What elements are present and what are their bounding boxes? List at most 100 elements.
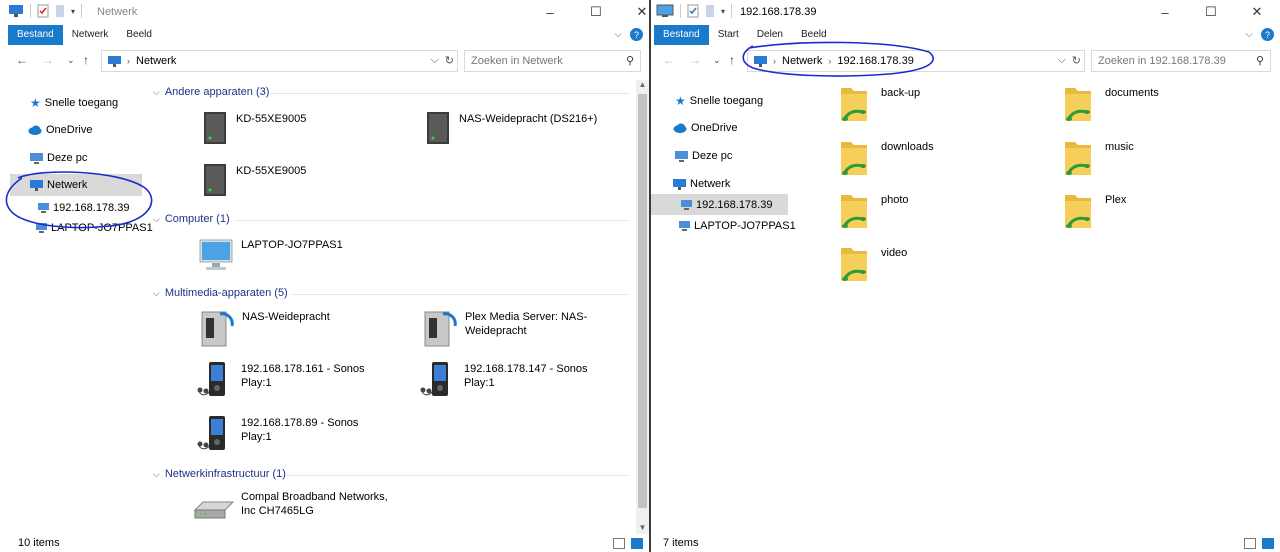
back-arrow-icon[interactable]: ← bbox=[16, 53, 28, 67]
minimize-button[interactable]: – bbox=[527, 0, 573, 24]
desktop-computer-icon bbox=[199, 239, 233, 270]
properties-icon[interactable] bbox=[37, 4, 49, 18]
nav-laptop[interactable]: LAPTOP-JO7PPAS1 bbox=[36, 222, 153, 234]
nav-laptop[interactable]: LAPTOP-JO7PPAS1 bbox=[679, 220, 796, 232]
breadcrumb-chevron-icon: › bbox=[773, 56, 776, 66]
scroll-up-icon[interactable]: ▲ bbox=[636, 80, 649, 89]
scrollbar-thumb[interactable] bbox=[638, 94, 647, 508]
nav-snelle-toegang[interactable]: ★ Snelle toegang bbox=[675, 94, 763, 108]
properties-icon[interactable] bbox=[687, 4, 699, 18]
forward-arrow-icon[interactable]: → bbox=[42, 53, 54, 67]
folder-tile[interactable]: photo bbox=[837, 191, 909, 233]
folder-label: Plex bbox=[1105, 194, 1127, 206]
search-icon[interactable]: ⚲ bbox=[626, 54, 634, 67]
search-box[interactable]: Zoeken in Netwerk ⚲ bbox=[464, 50, 641, 72]
nav-192-168-178-39[interactable]: 192.168.178.39 bbox=[38, 202, 129, 214]
media-device-tile[interactable]: NAS-Weidepracht bbox=[200, 308, 330, 348]
expand-ribbon-icon[interactable]: ⌵ bbox=[1245, 29, 1253, 40]
vertical-scrollbar[interactable]: ▲ ▼ bbox=[636, 80, 649, 534]
nav-deze-pc[interactable]: Deze pc bbox=[675, 150, 732, 162]
tab-beeld[interactable]: Beeld bbox=[117, 25, 161, 45]
folder-tile[interactable]: downloads bbox=[837, 138, 934, 180]
recent-locations-icon[interactable]: ⌄ bbox=[67, 55, 75, 66]
device-label: Plex Media Server: NAS-Weidepracht bbox=[465, 311, 588, 337]
customize-toolbar-icon[interactable]: ▾ bbox=[721, 7, 725, 16]
group-header[interactable]: ⌵ Andere apparaten (3) bbox=[153, 86, 269, 98]
device-tile[interactable]: LAPTOP-JO7PPAS1 bbox=[197, 236, 343, 274]
title-bar: ▾ Netwerk – ☐ ✕ bbox=[0, 0, 649, 24]
group-header[interactable]: ⌵ Computer (1) bbox=[153, 213, 230, 225]
device-tile[interactable]: KD-55XE9005 bbox=[200, 162, 306, 198]
forward-arrow-icon[interactable]: → bbox=[689, 53, 701, 67]
address-bar[interactable]: › Netwerk › 192.168.178.39 ⌵ ↻ bbox=[747, 50, 1085, 72]
nav-label: LAPTOP-JO7PPAS1 bbox=[694, 220, 796, 232]
media-device-tile[interactable]: 192.168.178.161 - Sonos Play:1 bbox=[195, 360, 391, 400]
media-device-tile[interactable]: 192.168.178.89 - Sonos Play:1 bbox=[195, 414, 391, 454]
address-bar[interactable]: › Netwerk ⌵ ↻ bbox=[101, 50, 458, 72]
shared-folder-icon bbox=[841, 88, 867, 121]
network-icon[interactable] bbox=[8, 4, 24, 18]
folder-tile[interactable]: documents bbox=[1061, 84, 1159, 126]
details-view-icon[interactable] bbox=[1244, 538, 1256, 549]
shared-folder-icon bbox=[1065, 88, 1091, 121]
large-icons-view-icon[interactable] bbox=[1262, 538, 1274, 549]
breadcrumb-netwerk[interactable]: Netwerk bbox=[782, 55, 822, 67]
nav-onedrive[interactable]: OneDrive bbox=[673, 122, 737, 134]
up-arrow-icon[interactable]: ↑ bbox=[729, 53, 735, 67]
ribbon-controls: ⌵ ? bbox=[614, 28, 643, 41]
address-dropdown-icon[interactable]: ⌵ bbox=[430, 54, 438, 67]
new-folder-icon[interactable] bbox=[55, 4, 65, 18]
maximize-button[interactable]: ☐ bbox=[573, 0, 619, 24]
large-icons-view-icon[interactable] bbox=[631, 538, 643, 549]
group-header[interactable]: ⌵ Multimedia-apparaten (5) bbox=[153, 287, 288, 299]
media-device-tile[interactable]: 192.168.178.147 - Sonos Play:1 bbox=[418, 360, 614, 400]
breadcrumb-netwerk[interactable]: Netwerk bbox=[136, 55, 176, 67]
nav-snelle-toegang[interactable]: ★ Snelle toegang bbox=[30, 96, 118, 110]
scroll-down-icon[interactable]: ▼ bbox=[636, 523, 649, 532]
folder-tile[interactable]: music bbox=[1061, 138, 1134, 180]
nav-netwerk[interactable]: Netwerk bbox=[673, 178, 730, 190]
refresh-icon[interactable]: ↻ bbox=[1072, 54, 1081, 67]
infrastructure-tile[interactable]: Compal Broadband Networks, Inc CH7465LG bbox=[193, 488, 391, 524]
close-button[interactable]: ✕ bbox=[1234, 0, 1280, 24]
nav-deze-pc[interactable]: Deze pc bbox=[30, 152, 87, 164]
device-tile[interactable]: NAS-Weidepracht (DS216+) bbox=[423, 110, 597, 146]
nav-netwerk[interactable]: Netwerk bbox=[10, 174, 142, 196]
details-view-icon[interactable] bbox=[613, 538, 625, 549]
media-device-tile[interactable]: Plex Media Server: NAS-Weidepracht bbox=[423, 308, 615, 348]
close-button[interactable]: ✕ bbox=[619, 0, 649, 24]
up-arrow-icon[interactable]: ↑ bbox=[83, 53, 89, 67]
search-box[interactable]: Zoeken in 192.168.178.39 ⚲ bbox=[1091, 50, 1271, 72]
folder-tile[interactable]: Plex bbox=[1061, 191, 1126, 233]
help-icon[interactable]: ? bbox=[630, 28, 643, 41]
address-dropdown-icon[interactable]: ⌵ bbox=[1057, 54, 1065, 67]
nav-onedrive[interactable]: OneDrive bbox=[28, 124, 92, 136]
folder-tile[interactable]: back-up bbox=[837, 84, 920, 126]
group-header[interactable]: ⌵ Netwerkinfrastructuur (1) bbox=[153, 468, 286, 480]
breadcrumb-ip[interactable]: 192.168.178.39 bbox=[837, 55, 913, 67]
content-area: ⌵ Andere apparaten (3) KD-55XE9005 NAS-We… bbox=[145, 80, 635, 534]
maximize-button[interactable]: ☐ bbox=[1188, 0, 1234, 24]
minimize-button[interactable]: – bbox=[1142, 0, 1188, 24]
refresh-icon[interactable]: ↻ bbox=[445, 54, 454, 67]
search-icon[interactable]: ⚲ bbox=[1256, 54, 1264, 67]
media-player-icon bbox=[197, 416, 225, 450]
title-bar: ▾ 192.168.178.39 – ☐ ✕ bbox=[651, 0, 1280, 24]
shared-folder-icon bbox=[841, 142, 867, 175]
tab-bestand[interactable]: Bestand bbox=[654, 25, 709, 45]
customize-toolbar-icon[interactable]: ▾ bbox=[71, 7, 75, 16]
nav-192-168-178-39[interactable]: 192.168.178.39 bbox=[651, 194, 788, 215]
tab-netwerk[interactable]: Netwerk bbox=[63, 25, 118, 45]
folder-tile[interactable]: video bbox=[837, 244, 907, 286]
help-icon[interactable]: ? bbox=[1261, 28, 1274, 41]
tab-start[interactable]: Start bbox=[709, 25, 748, 45]
new-folder-icon[interactable] bbox=[705, 4, 715, 18]
tab-bestand[interactable]: Bestand bbox=[8, 25, 63, 45]
expand-ribbon-icon[interactable]: ⌵ bbox=[614, 29, 622, 40]
tab-delen[interactable]: Delen bbox=[748, 25, 792, 45]
recent-locations-icon[interactable]: ⌄ bbox=[713, 55, 721, 66]
computer-icon[interactable] bbox=[656, 4, 674, 18]
tab-beeld[interactable]: Beeld bbox=[792, 25, 836, 45]
device-tile[interactable]: KD-55XE9005 bbox=[200, 110, 306, 146]
back-arrow-icon[interactable]: ← bbox=[663, 53, 675, 67]
